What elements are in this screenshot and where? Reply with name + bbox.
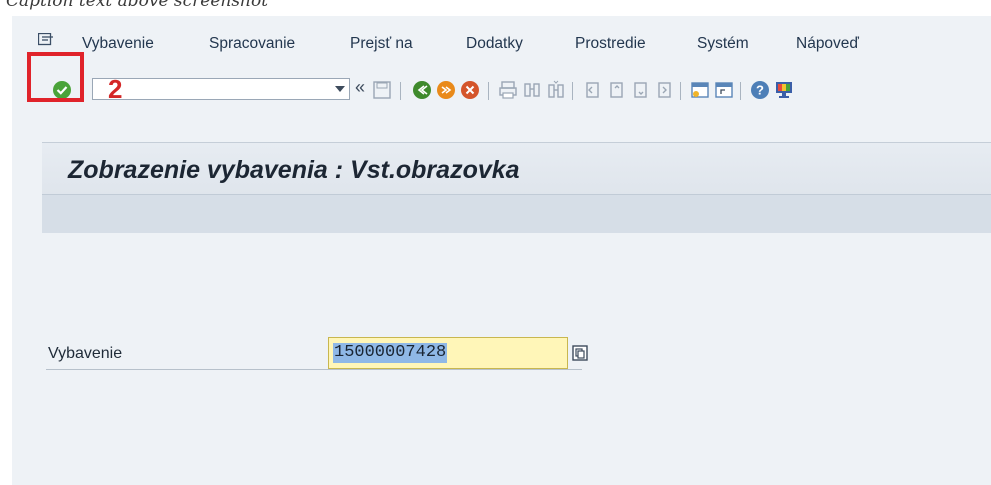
application-toolbar	[42, 194, 991, 234]
save-icon[interactable]	[372, 80, 392, 100]
menu-item-prejst-na[interactable]: Prejsť na	[350, 35, 413, 53]
back-icon[interactable]	[412, 80, 432, 100]
first-page-icon[interactable]	[582, 80, 602, 100]
create-session-icon[interactable]	[690, 80, 710, 100]
print-icon[interactable]	[498, 80, 518, 100]
annotation-marker: 2	[108, 74, 123, 104]
exit-icon[interactable]	[436, 80, 456, 100]
help-icon[interactable]: ?	[750, 80, 770, 100]
page-title: Zobrazenie vybavenia : Vst.obrazovka	[68, 156, 520, 184]
sap-window: Vybavenie Spracovanie Prejsť na Dodatky …	[12, 16, 991, 485]
menu-item-system[interactable]: Systém	[697, 35, 749, 53]
toolbar-separator	[680, 82, 681, 100]
chevron-down-icon[interactable]	[335, 86, 345, 92]
shortcut-icon[interactable]	[714, 80, 734, 100]
value-help-icon[interactable]	[572, 345, 588, 361]
annotation-highlight-box	[27, 52, 84, 102]
toolbar-separator	[488, 82, 489, 100]
svg-text:?: ?	[756, 83, 764, 98]
last-page-icon[interactable]	[654, 80, 674, 100]
menu-item-spracovanie[interactable]: Spracovanie	[209, 35, 295, 53]
field-label-vybavenie: Vybavenie	[48, 345, 123, 362]
menu-toggle-icon[interactable]	[38, 33, 54, 46]
menu-item-dodatky[interactable]: Dodatky	[466, 35, 523, 53]
find-icon[interactable]	[522, 80, 542, 100]
document-caption-fragment: Caption text above screenshot	[6, 0, 269, 11]
toolbar-separator	[400, 82, 401, 100]
find-next-icon[interactable]	[546, 80, 566, 100]
label-underline	[46, 369, 582, 370]
equipment-input-value: 15000007428	[333, 343, 448, 363]
menu-item-prostredie[interactable]: Prostredie	[575, 35, 646, 53]
toolbar-separator	[572, 82, 573, 100]
menu-item-vybavenie[interactable]: Vybavenie	[82, 35, 154, 53]
menu-bar: Vybavenie Spracovanie Prejsť na Dodatky …	[12, 16, 991, 64]
selection-screen: Vybavenie 15000007428	[42, 233, 991, 485]
toolbar-separator	[740, 82, 741, 100]
standard-toolbar: « ?	[12, 68, 991, 108]
cancel-icon[interactable]	[460, 80, 480, 100]
title-bar: Zobrazenie vybavenia : Vst.obrazovka	[42, 142, 991, 195]
previous-page-icon[interactable]	[606, 80, 626, 100]
layout-icon[interactable]	[774, 80, 794, 100]
next-page-icon[interactable]	[630, 80, 650, 100]
command-field[interactable]	[92, 78, 350, 100]
collapse-toolbar-button[interactable]: «	[355, 77, 365, 98]
menu-item-napoved[interactable]: Nápoveď	[796, 35, 859, 53]
equipment-input[interactable]: 15000007428	[328, 337, 568, 369]
